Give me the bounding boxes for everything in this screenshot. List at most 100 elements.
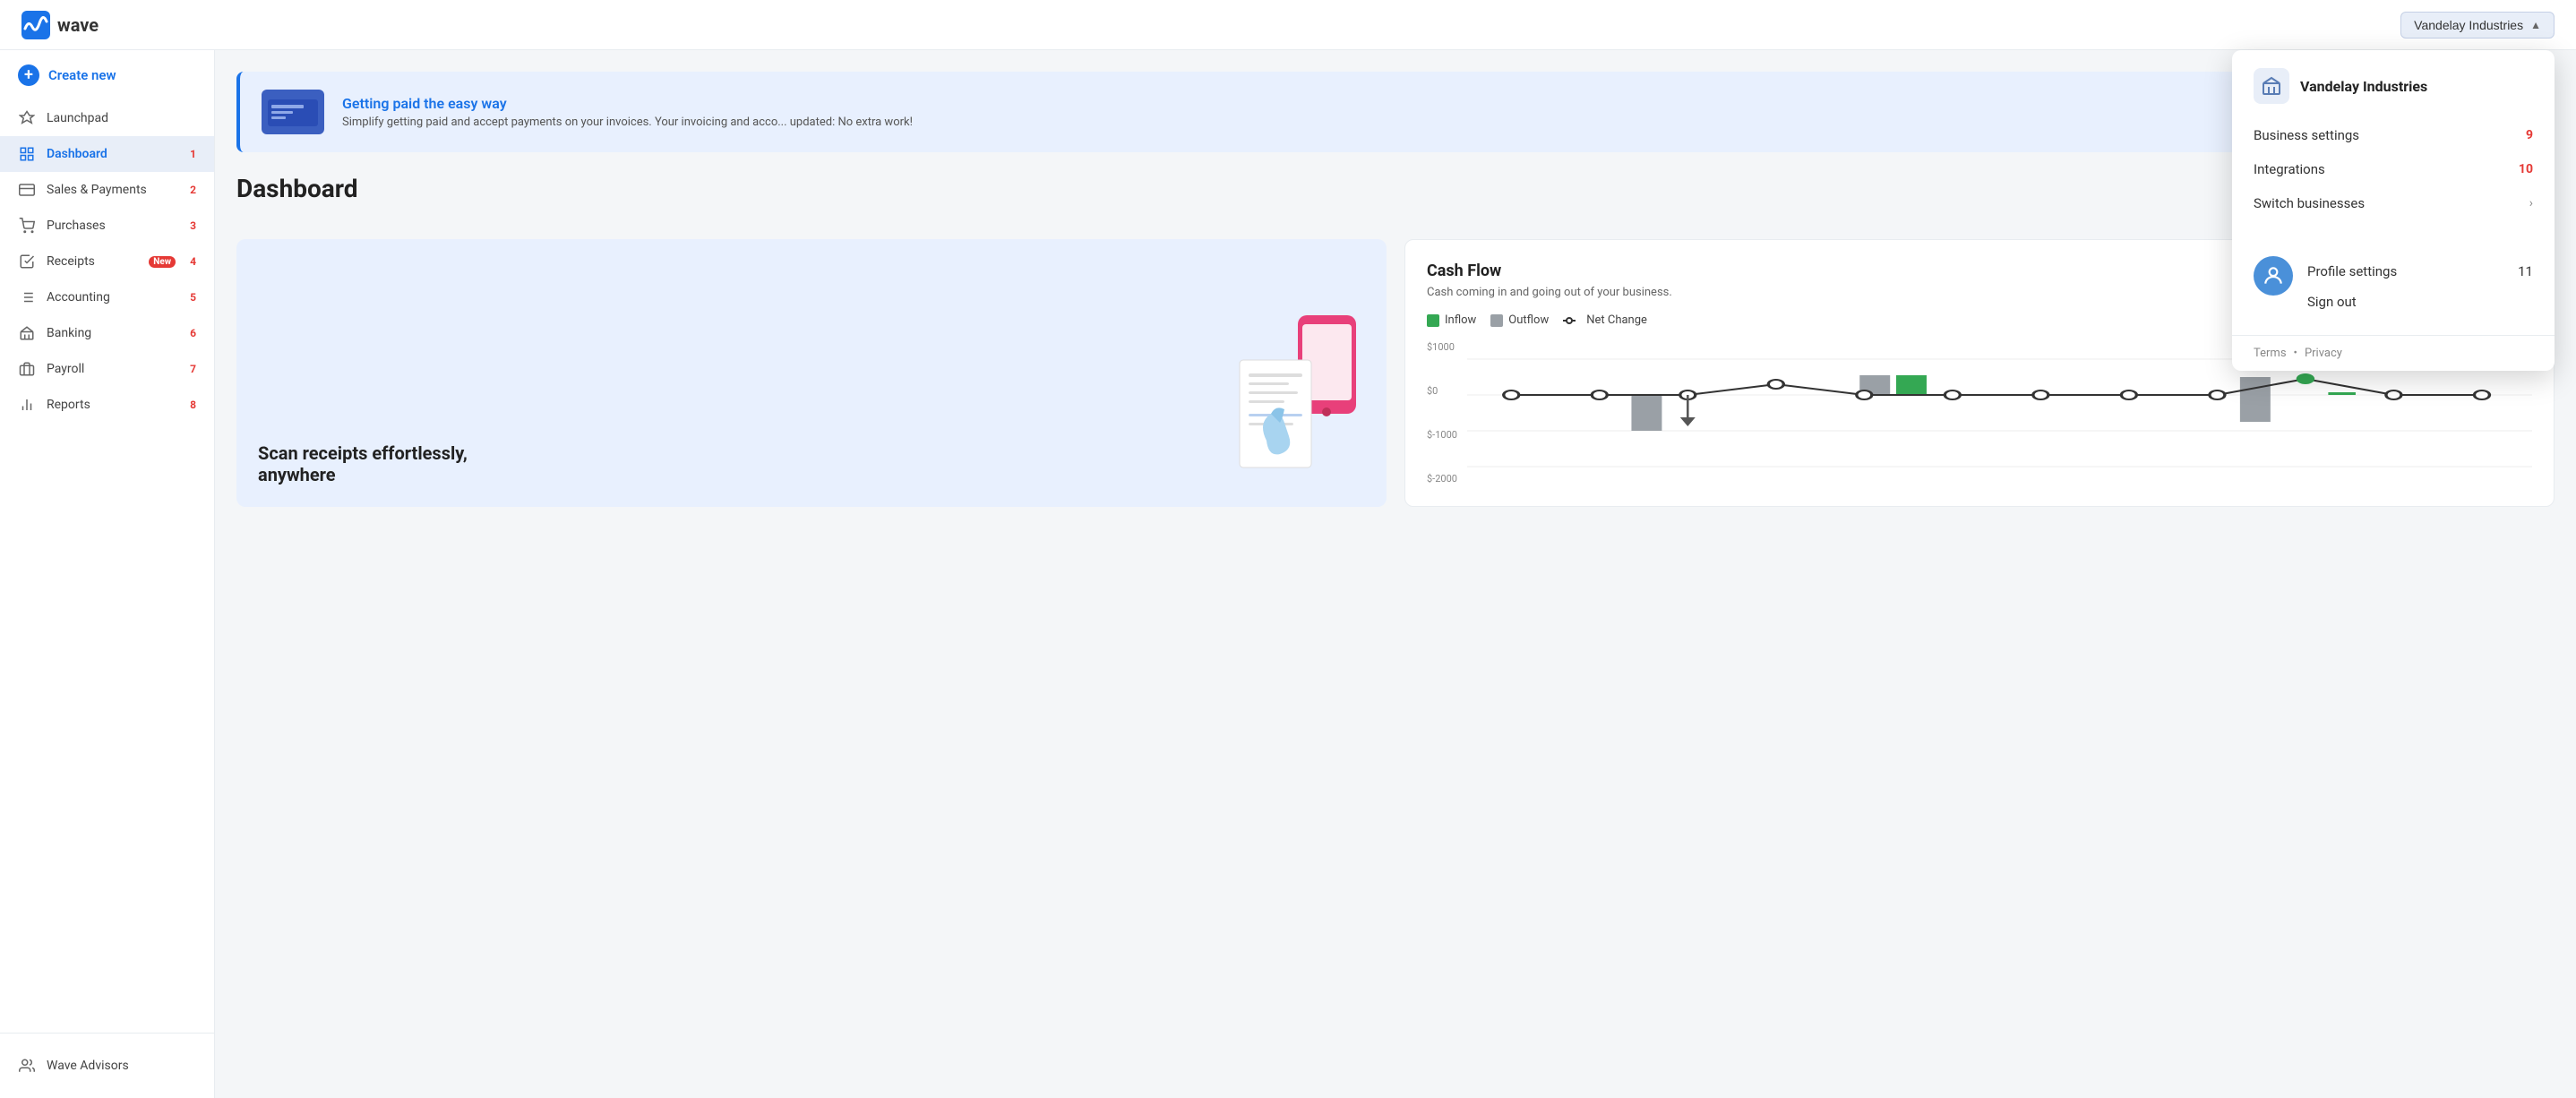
sign-out-item[interactable]: Sign out (2307, 287, 2533, 317)
legend-net-change: Net Change (1563, 313, 1647, 327)
purchases-label: Purchases (47, 219, 176, 233)
receipts-new-badge: New (149, 256, 176, 268)
net-change-dot-icon (1566, 317, 1573, 324)
legend-inflow: Inflow (1427, 313, 1476, 327)
reports-icon (18, 396, 36, 414)
plus-icon: + (18, 64, 39, 86)
dashboard-badge: 1 (190, 148, 196, 160)
receipt-card-title2: anywhere (258, 464, 468, 485)
sidebar-item-payroll[interactable]: Payroll 7 (0, 351, 214, 387)
promo-banner: Getting paid the easy way Simplify getti… (236, 72, 2555, 152)
y-axis-labels: $1000 $0 $-1000 $-2000 (1427, 341, 1467, 485)
reports-label: Reports (47, 398, 176, 412)
purchases-icon (18, 217, 36, 235)
profile-settings-badge: 11 (2518, 263, 2533, 279)
y-label-0: $0 (1427, 385, 1467, 397)
dropdown-company-header: Vandelay Industries (2254, 68, 2533, 104)
logo: wave (21, 11, 99, 39)
sidebar: + Create new Launchpad Dashboard 1 Sales… (0, 50, 215, 1098)
dashboard-icon (18, 145, 36, 163)
sidebar-bottom: Wave Advisors (0, 1033, 214, 1098)
inflow-label: Inflow (1445, 313, 1476, 327)
dashboard-label: Dashboard (47, 147, 176, 161)
main-content: Getting paid the easy way Simplify getti… (215, 50, 2576, 1098)
privacy-link[interactable]: Privacy (2305, 347, 2342, 360)
receipt-promo-card: Scan receipts effortlessly, anywhere (236, 239, 1387, 507)
wave-advisors-label: Wave Advisors (47, 1059, 196, 1073)
profile-avatar (2254, 256, 2293, 296)
integrations-item[interactable]: Integrations 10 (2254, 152, 2533, 186)
company-selector-button[interactable]: Vandelay Industries ▲ (2400, 12, 2555, 39)
create-new-label: Create new (48, 67, 116, 83)
business-settings-label: Business settings (2254, 127, 2359, 143)
y-label-1000: $1000 (1427, 341, 1467, 353)
reports-badge: 8 (190, 399, 196, 411)
sidebar-item-reports[interactable]: Reports 8 (0, 387, 214, 423)
payroll-icon (18, 360, 36, 378)
net-change-label: Net Change (1586, 313, 1647, 327)
banner-illustration (262, 90, 324, 134)
profile-settings-item[interactable]: Profile settings 11 (2307, 256, 2533, 287)
sales-payments-label: Sales & Payments (47, 183, 176, 197)
sidebar-item-banking[interactable]: Banking 6 (0, 315, 214, 351)
profile-menu: Profile settings 11 Sign out (2307, 256, 2533, 317)
accounting-label: Accounting (47, 290, 176, 305)
banking-label: Banking (47, 326, 176, 340)
y-label-neg-2000: $-2000 (1427, 473, 1467, 485)
dropdown-profile-section: Profile settings 11 Sign out (2232, 238, 2555, 335)
create-new-button[interactable]: + Create new (0, 50, 214, 100)
sidebar-item-dashboard[interactable]: Dashboard 1 (0, 136, 214, 172)
wave-logo-icon (21, 11, 50, 39)
main-layout: + Create new Launchpad Dashboard 1 Sales… (0, 50, 2576, 1098)
business-settings-badge: 9 (2526, 128, 2533, 142)
receipts-icon (18, 253, 36, 270)
rocket-icon (18, 109, 36, 127)
advisors-icon (18, 1057, 36, 1075)
chevron-right-icon: › (2529, 196, 2533, 210)
accounting-icon (18, 288, 36, 306)
inflow-dot (1427, 314, 1439, 327)
chevron-up-icon: ▲ (2530, 19, 2541, 31)
banner-text: Getting paid the easy way Simplify getti… (342, 95, 913, 129)
receipt-illustration (1222, 306, 1365, 485)
sidebar-item-wave-advisors[interactable]: Wave Advisors (0, 1048, 214, 1084)
receipts-label: Receipts (47, 254, 136, 269)
net-change-line-icon (1563, 320, 1576, 322)
company-name-label: Vandelay Industries (2414, 18, 2523, 32)
dashboard-grid: Scan receipts effortlessly, anywhere (236, 239, 2555, 507)
y-label-neg-1000: $-1000 (1427, 429, 1467, 441)
payroll-badge: 7 (190, 363, 196, 375)
accounting-badge: 5 (190, 291, 196, 304)
sidebar-item-sales-payments[interactable]: Sales & Payments 2 (0, 172, 214, 208)
switch-businesses-label: Switch businesses (2254, 195, 2365, 211)
receipts-badge: 4 (190, 255, 196, 268)
sidebar-item-launchpad[interactable]: Launchpad (0, 100, 214, 136)
company-building-icon (2254, 68, 2289, 104)
header: wave Vandelay Industries ▲ (0, 0, 2576, 50)
sidebar-item-purchases[interactable]: Purchases 3 (0, 208, 214, 244)
sidebar-item-receipts[interactable]: Receipts New 4 (0, 244, 214, 279)
purchases-badge: 3 (190, 219, 196, 232)
dropdown-footer: Terms • Privacy (2232, 335, 2555, 371)
integrations-badge: 10 (2519, 162, 2533, 176)
business-settings-item[interactable]: Business settings 9 (2254, 118, 2533, 152)
dashboard-header-row: Dashboard (236, 174, 2555, 221)
legend-outflow: Outflow (1490, 313, 1549, 327)
banner-description: Simplify getting paid and accept payment… (342, 116, 913, 129)
outflow-label: Outflow (1508, 313, 1549, 327)
receipt-card-title: Scan receipts effortlessly, (258, 442, 468, 464)
dropdown-company-name: Vandelay Industries (2300, 78, 2427, 95)
switch-businesses-item[interactable]: Switch businesses › (2254, 186, 2533, 220)
banner-title: Getting paid the easy way (342, 95, 913, 112)
outflow-dot (1490, 314, 1503, 327)
receipt-card-text: Scan receipts effortlessly, anywhere (258, 442, 468, 485)
terms-link[interactable]: Terms (2254, 347, 2287, 360)
footer-separator: • (2294, 347, 2297, 360)
page-title: Dashboard (236, 174, 358, 203)
sales-icon (18, 181, 36, 199)
sidebar-item-accounting[interactable]: Accounting 5 (0, 279, 214, 315)
banking-badge: 6 (190, 327, 196, 339)
logo-text: wave (57, 14, 99, 36)
payroll-label: Payroll (47, 362, 176, 376)
dropdown-company-section: Vandelay Industries Business settings 9 … (2232, 50, 2555, 238)
